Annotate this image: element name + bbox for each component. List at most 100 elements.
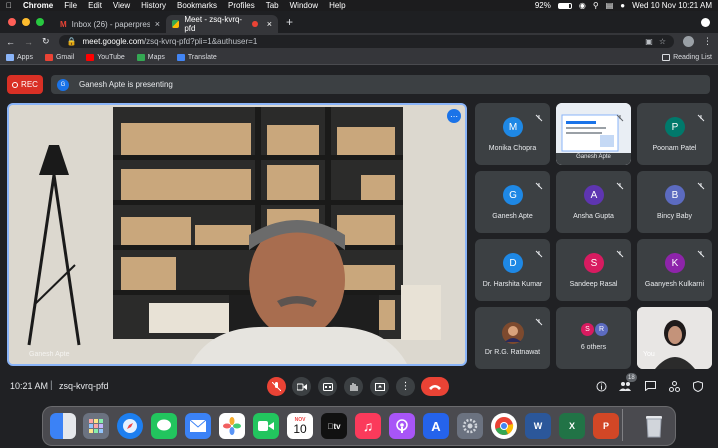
bookmark-translate[interactable]: Translate	[176, 53, 217, 61]
battery-icon[interactable]	[557, 2, 572, 9]
reading-list-button[interactable]: Reading List	[662, 53, 712, 61]
present-screen-button[interactable]	[370, 377, 389, 396]
microsoft-excel-icon[interactable]: X	[559, 413, 585, 439]
tab-gmail[interactable]: M Inbox (26) - paperpresentation ×	[54, 15, 166, 33]
apps-grid-icon	[6, 53, 14, 61]
back-icon[interactable]: ←	[6, 37, 15, 47]
tab-meet[interactable]: Meet - zsq-kvrq-pfd ×	[166, 15, 278, 33]
app-store-icon[interactable]: A	[423, 413, 449, 439]
chrome-icon[interactable]	[491, 413, 517, 439]
launchpad-icon[interactable]	[83, 413, 109, 439]
calendar-icon[interactable]: NOV 10	[287, 413, 313, 439]
bookmark-gmail[interactable]: Gmail	[44, 53, 74, 61]
siri-icon[interactable]: ●	[620, 1, 625, 10]
close-tab-icon[interactable]: ×	[267, 19, 272, 29]
present-icon	[374, 382, 385, 391]
close-window-button[interactable]	[8, 18, 16, 26]
others-count: 6 others	[580, 344, 607, 351]
camera-toggle-button[interactable]	[292, 377, 311, 396]
bookmark-star-icon[interactable]: ☆	[659, 37, 666, 46]
chat-button[interactable]	[643, 379, 657, 393]
participant-tile[interactable]: K Gaanyesh Kulkarni	[637, 239, 712, 301]
browser-tab-strip: M Inbox (26) - paperpresentation × Meet …	[0, 11, 718, 33]
bookmark-maps[interactable]: Maps	[136, 53, 165, 61]
menu-history[interactable]: History	[141, 1, 166, 10]
menu-tab[interactable]: Tab	[266, 1, 279, 10]
participant-tile[interactable]: G Ganesh Apte	[475, 171, 550, 233]
messages-icon[interactable]	[151, 413, 177, 439]
apple-tv-icon[interactable]: tv	[321, 413, 347, 439]
menu-view[interactable]: View	[113, 1, 130, 10]
menu-app-name[interactable]: Chrome	[23, 1, 53, 10]
reload-icon[interactable]: ↻	[42, 36, 50, 47]
recording-badge[interactable]: REC	[7, 75, 43, 94]
participant-tile-others[interactable]: S R 6 others	[556, 307, 631, 369]
mic-muted-icon	[616, 177, 624, 190]
tab-search-icon[interactable]	[701, 18, 710, 27]
safari-icon[interactable]	[117, 413, 143, 439]
participant-tile[interactable]: Dr R.G. Ratnawat	[475, 307, 550, 369]
lock-icon[interactable]: 🔒	[67, 37, 77, 46]
microsoft-powerpoint-icon[interactable]: P	[593, 413, 619, 439]
captions-button[interactable]	[318, 377, 337, 396]
self-camera-feed	[637, 307, 712, 369]
mic-off-icon	[272, 382, 281, 391]
host-controls-button[interactable]	[691, 379, 705, 393]
maximize-window-button[interactable]	[36, 18, 44, 26]
activities-button[interactable]	[667, 379, 681, 393]
menu-help[interactable]: Help	[329, 1, 345, 10]
menu-window[interactable]: Window	[290, 1, 318, 10]
participant-tile[interactable]: B Bincy Baby	[637, 171, 712, 233]
microsoft-word-icon[interactable]: W	[525, 413, 551, 439]
participant-tile-screen[interactable]: Ganesh Apte	[556, 103, 631, 165]
self-view-tile[interactable]: You	[637, 307, 712, 369]
main-video-stage[interactable]: ⋯ Ganesh Apte	[7, 103, 467, 366]
minimize-window-button[interactable]	[22, 18, 30, 26]
profile-avatar[interactable]	[683, 36, 694, 47]
mail-icon[interactable]	[185, 413, 211, 439]
presenting-banner: G Ganesh Apte is presenting	[51, 75, 710, 94]
menu-file[interactable]: File	[64, 1, 77, 10]
more-menu-icon[interactable]: ⋮	[703, 36, 712, 47]
mic-muted-icon	[697, 177, 705, 190]
people-icon	[619, 382, 631, 391]
new-tab-button[interactable]: +	[286, 15, 293, 29]
participant-tile[interactable]: S Sandeep Rasal	[556, 239, 631, 301]
menu-bookmarks[interactable]: Bookmarks	[177, 1, 217, 10]
mic-toggle-button[interactable]	[267, 377, 286, 396]
system-preferences-icon[interactable]	[457, 413, 483, 439]
forward-icon[interactable]: →	[24, 37, 33, 47]
participant-tile[interactable]: P Poonam Patel	[637, 103, 712, 165]
participant-name: Sandeep Rasal	[569, 281, 618, 288]
control-center-icon[interactable]: ▤	[606, 1, 614, 10]
spotlight-icon[interactable]: ⚲	[593, 1, 599, 10]
more-options-icon[interactable]: ⋯	[447, 109, 461, 123]
address-bar[interactable]: 🔒 meet.google.com/zsq-kvrq-pfd?pli=1&aut…	[58, 35, 674, 48]
bookmark-apps[interactable]: Apps	[6, 53, 33, 61]
recording-dot-icon	[252, 21, 258, 27]
photos-icon[interactable]	[219, 413, 245, 439]
participant-tile[interactable]: A Ansha Gupta	[556, 171, 631, 233]
raise-hand-button[interactable]	[344, 377, 363, 396]
apple-icon[interactable]: 	[6, 1, 12, 10]
leave-call-button[interactable]	[421, 377, 449, 396]
avatar: M	[503, 117, 523, 137]
close-tab-icon[interactable]: ×	[155, 19, 160, 29]
participant-tile[interactable]: M Monika Chopra	[475, 103, 550, 165]
menubar-clock[interactable]: Wed 10 Nov 10:21 AM	[632, 1, 712, 10]
menu-profiles[interactable]: Profiles	[228, 1, 255, 10]
info-icon	[596, 381, 606, 391]
bookmark-youtube[interactable]: YouTube	[86, 53, 125, 61]
camera-indicator-icon[interactable]: ▣	[645, 37, 653, 46]
trash-icon[interactable]	[641, 413, 667, 439]
more-options-button[interactable]: ⋮	[396, 377, 415, 396]
facetime-icon[interactable]	[253, 413, 279, 439]
podcasts-icon[interactable]	[389, 413, 415, 439]
finder-icon[interactable]	[50, 413, 76, 439]
music-icon[interactable]: ♫	[355, 413, 381, 439]
avatar: P	[665, 117, 685, 137]
menu-edit[interactable]: Edit	[88, 1, 102, 10]
meeting-details-button[interactable]	[594, 379, 608, 393]
wifi-icon[interactable]: ◉	[579, 1, 586, 10]
participant-tile[interactable]: D Dr. Harshita Kumar	[475, 239, 550, 301]
